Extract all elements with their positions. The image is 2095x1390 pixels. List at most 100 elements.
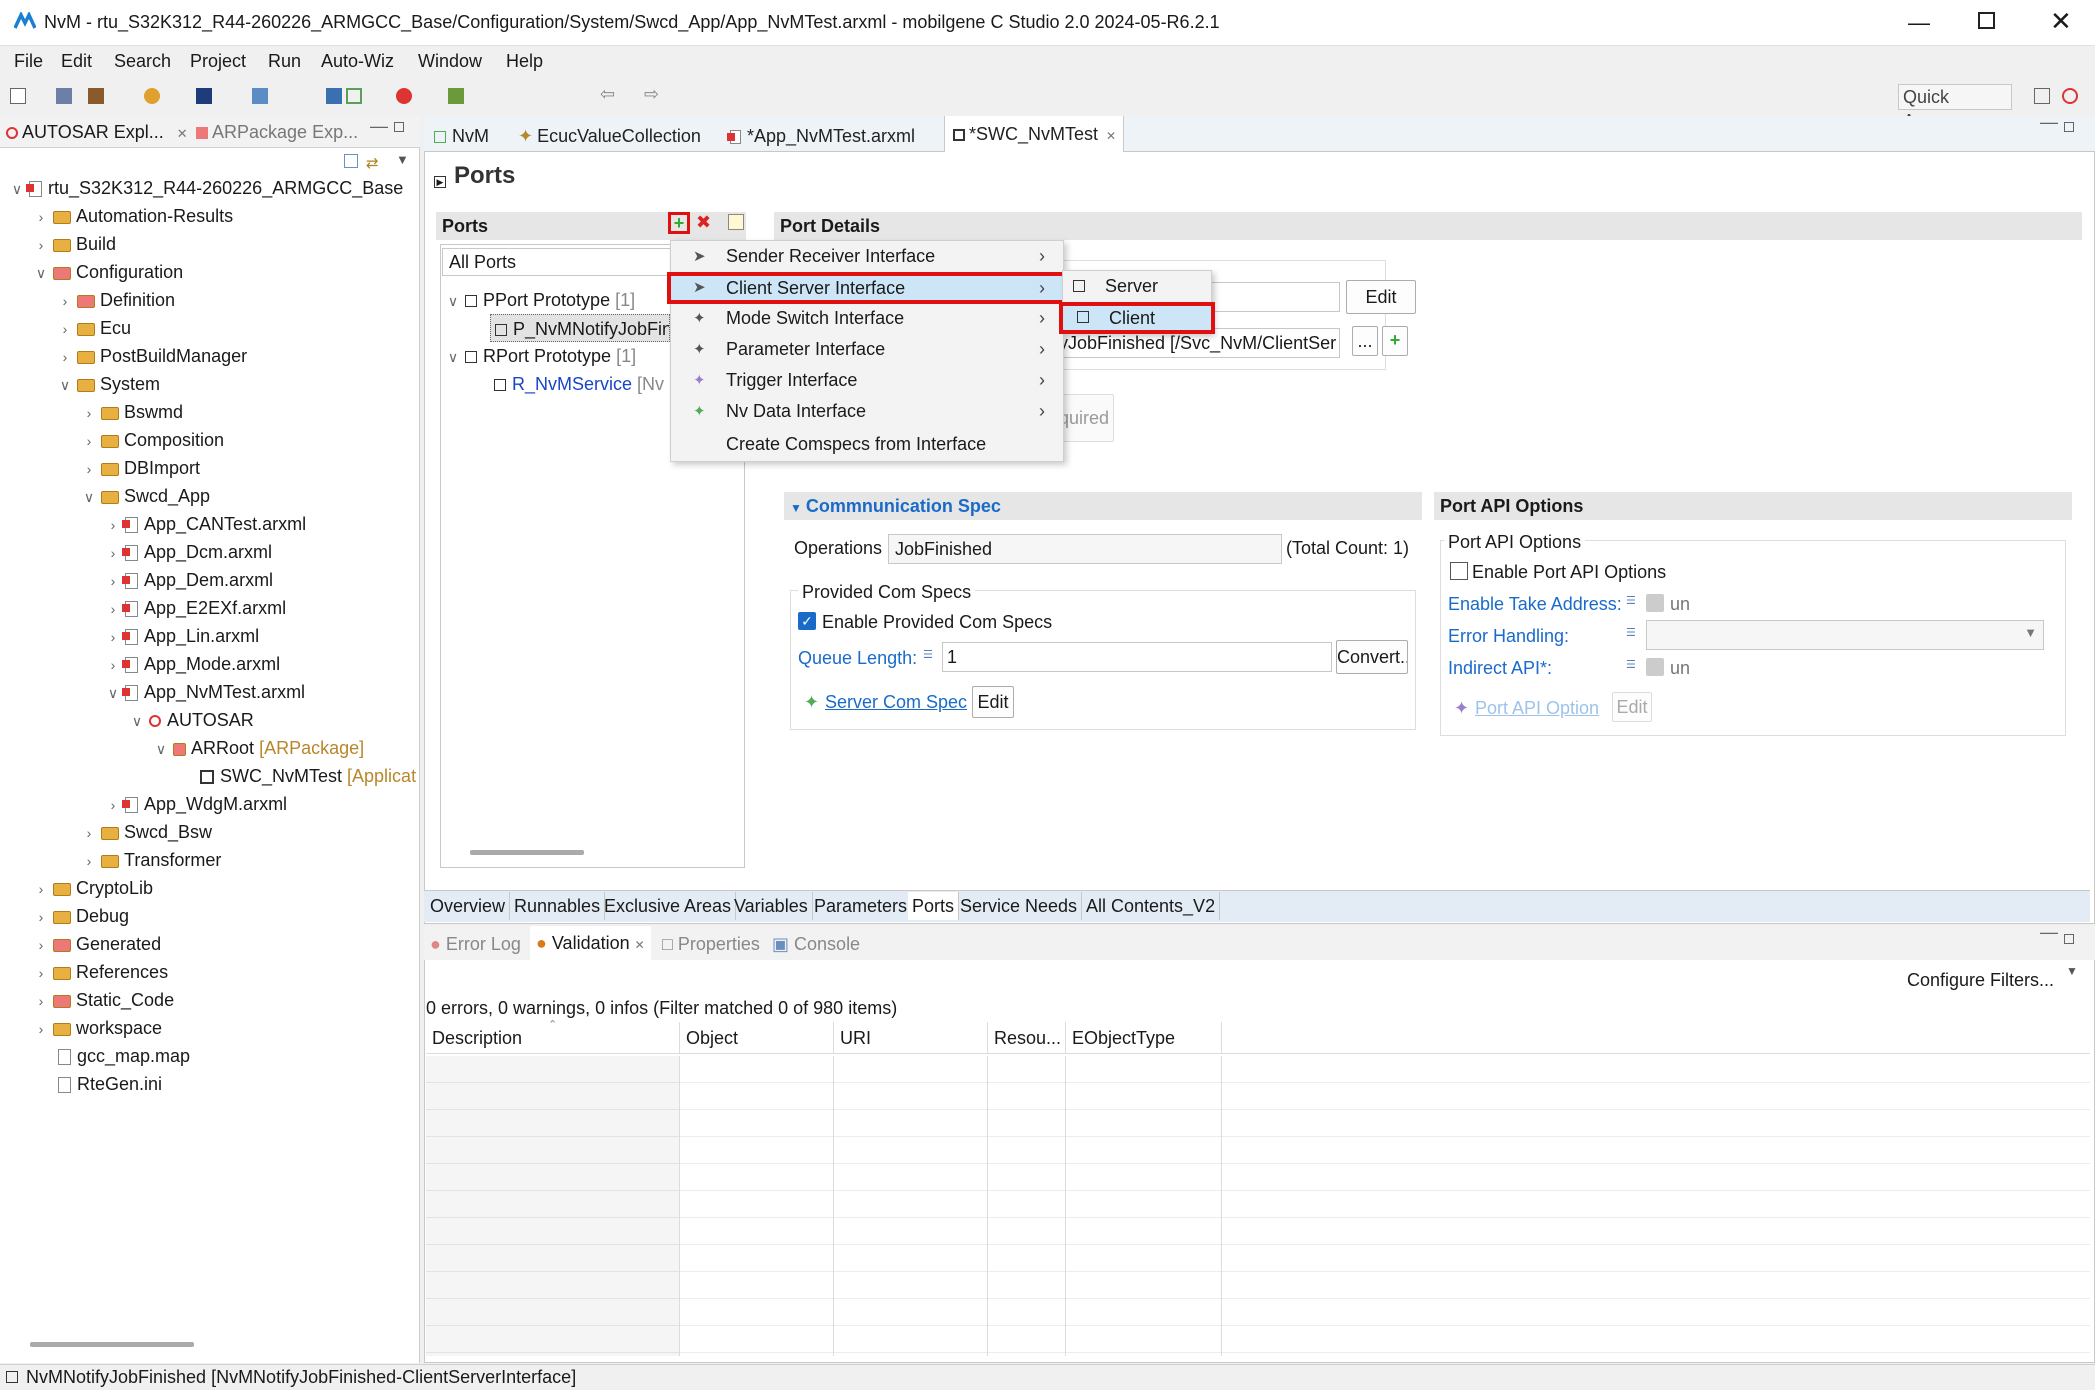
chevron-right-icon[interactable]: ›: [82, 427, 96, 455]
tab-validation[interactable]: ● Validation ✕: [530, 926, 651, 960]
chevron-right-icon[interactable]: ›: [82, 399, 96, 427]
tab-app-nvmtest[interactable]: *App_NvMTest.arxml: [722, 120, 915, 152]
tab-service-needs[interactable]: Service Needs: [956, 892, 1083, 920]
chevron-right-icon[interactable]: ›: [106, 623, 120, 651]
tree-item-definition[interactable]: › Definition: [58, 286, 175, 314]
menu-edit[interactable]: Edit: [61, 51, 92, 72]
tab-ecucvaluecollection[interactable]: ✦ EcucValueCollection: [510, 120, 701, 152]
menu-help[interactable]: Help: [506, 51, 543, 72]
chevron-down-icon[interactable]: ∨: [34, 259, 48, 287]
tree-item-app-nvmtest[interactable]: ∨ App_NvMTest.arxml: [106, 678, 305, 706]
tree-item-configuration[interactable]: ∨ Configuration: [34, 258, 183, 286]
menu-run[interactable]: Run: [268, 51, 301, 72]
tree-item-bswmd[interactable]: › Bswmd: [82, 398, 183, 426]
chevron-right-icon[interactable]: ›: [106, 595, 120, 623]
chevron-right-icon[interactable]: ›: [34, 231, 48, 259]
chevron-down-icon[interactable]: ∨: [446, 343, 460, 371]
tree-item-arroot[interactable]: ∨ ARRoot [ARPackage]: [154, 734, 364, 762]
menu-item-mode-switch[interactable]: ✦ Mode Switch Interface ›: [671, 303, 1063, 334]
required-button[interactable]: quired: [1056, 394, 1114, 442]
rport-item[interactable]: R_NvMService [Nv: [494, 370, 664, 398]
tree-item-autosar[interactable]: ∨ AUTOSAR: [130, 706, 254, 734]
maximize-editor-icon[interactable]: [2064, 122, 2074, 132]
tree-item-app-wdgm[interactable]: › App_WdgM.arxml: [106, 790, 287, 818]
forward-icon[interactable]: ⇨: [644, 84, 659, 105]
chevron-right-icon[interactable]: ›: [106, 791, 120, 819]
quick-access-field[interactable]: Quick Access: [1898, 84, 2012, 131]
chevron-down-icon[interactable]: ∨: [82, 483, 96, 511]
menu-window[interactable]: Window: [418, 51, 482, 72]
chevron-down-icon[interactable]: ∨: [130, 707, 144, 735]
tree-item-composition[interactable]: › Composition: [82, 426, 224, 454]
save-icon[interactable]: [56, 88, 72, 104]
terminal-icon[interactable]: [196, 88, 212, 104]
convert-button[interactable]: Convert..: [1336, 640, 1408, 674]
tree-item-swc-nvmtest[interactable]: SWC_NvMTest [Applicat: [200, 762, 416, 790]
tree-item-generated[interactable]: › Generated: [34, 930, 161, 958]
tree-item-build[interactable]: › Build: [34, 230, 116, 258]
tree-item-references[interactable]: › References: [34, 958, 168, 986]
chevron-right-icon[interactable]: ›: [34, 931, 48, 959]
column-uri[interactable]: URI: [834, 1022, 988, 1054]
tree-item-app-dem[interactable]: › App_Dem.arxml: [106, 566, 273, 594]
chevron-right-icon[interactable]: ›: [82, 455, 96, 483]
queue-length-field[interactable]: 1: [942, 642, 1332, 672]
chevron-down-icon[interactable]: ∨: [58, 371, 72, 399]
menu-auto-wiz[interactable]: Auto-Wiz: [321, 51, 394, 72]
menu-file[interactable]: File: [14, 51, 43, 72]
pport-item[interactable]: P_NvMNotifyJobFin: [490, 314, 670, 342]
tab-exclusive-areas[interactable]: Exclusive Areas: [600, 892, 737, 920]
tab-runnables[interactable]: Runnables: [510, 892, 606, 920]
add-interface-button[interactable]: +: [1382, 326, 1408, 356]
close-icon[interactable]: ✕: [2050, 6, 2072, 37]
indirect-api-checkbox[interactable]: [1646, 658, 1664, 676]
submenu-item-client[interactable]: Client: [1059, 302, 1215, 334]
pport-group[interactable]: ∨ PPort Prototype [1]: [446, 286, 635, 314]
tab-ports[interactable]: Ports: [908, 892, 960, 920]
close-tab-icon[interactable]: ✕: [635, 938, 645, 952]
menu-item-client-server[interactable]: ➤ Client Server Interface ›: [667, 272, 1067, 304]
ports-scrollbar[interactable]: [470, 850, 584, 855]
chevron-right-icon[interactable]: ›: [106, 567, 120, 595]
indirect-api-label[interactable]: Indirect API*:: [1448, 658, 1552, 679]
view-menu-icon[interactable]: ▼: [2066, 964, 2078, 978]
take-address-checkbox[interactable]: [1646, 594, 1664, 612]
tree-item-swcd-app[interactable]: ∨ Swcd_App: [82, 482, 210, 510]
tree-item-project[interactable]: ∨ rtu_S32K312_R44-260226_ARMGCC_Base: [10, 174, 403, 202]
tree-item-cryptolib[interactable]: › CryptoLib: [34, 874, 153, 902]
chevron-right-icon[interactable]: ›: [58, 287, 72, 315]
chevron-right-icon[interactable]: ›: [106, 511, 120, 539]
tab-swc-nvmtest[interactable]: *SWC_NvMTest ✕: [944, 116, 1124, 152]
maximize-view-icon[interactable]: [2064, 934, 2074, 944]
chevron-down-icon[interactable]: ∨: [446, 287, 460, 315]
new-icon[interactable]: [10, 88, 26, 104]
close-tab-icon[interactable]: ✕: [1106, 129, 1116, 143]
menu-item-nv-data[interactable]: ✦ Nv Data Interface ›: [671, 396, 1063, 427]
tree-item-postbuildmanager[interactable]: › PostBuildManager: [58, 342, 247, 370]
tab-parameters[interactable]: Parameters: [810, 892, 913, 920]
chevron-down-icon[interactable]: ∨: [106, 679, 120, 707]
chevron-down-icon[interactable]: ∨: [10, 175, 24, 203]
column-object[interactable]: Object: [680, 1022, 834, 1054]
port-filter-combo[interactable]: All Ports: [442, 248, 672, 276]
tree-item-app-cantest[interactable]: › App_CANTest.arxml: [106, 510, 306, 538]
tree-item-gcc-map[interactable]: gcc_map.map: [58, 1042, 190, 1070]
tree-item-rtegen-ini[interactable]: RteGen.ini: [58, 1070, 162, 1098]
tab-console[interactable]: ▣ Console: [772, 934, 860, 955]
chevron-down-icon[interactable]: ∨: [154, 735, 168, 763]
tree-item-system[interactable]: ∨ System: [58, 370, 160, 398]
chevron-right-icon[interactable]: ›: [106, 651, 120, 679]
wand-icon[interactable]: [144, 88, 160, 104]
chevron-right-icon[interactable]: ›: [58, 315, 72, 343]
perspective-icon[interactable]: [2034, 88, 2050, 104]
minimize-icon[interactable]: —: [1908, 10, 1930, 36]
chevron-right-icon[interactable]: ›: [34, 987, 48, 1015]
frame-icon[interactable]: [346, 88, 362, 104]
menu-project[interactable]: Project: [190, 51, 246, 72]
tree-item-debug[interactable]: › Debug: [34, 902, 129, 930]
tab-variables[interactable]: Variables: [730, 892, 813, 920]
tree-item-static-code[interactable]: › Static_Code: [34, 986, 174, 1014]
autosar-perspective-icon[interactable]: [2062, 88, 2078, 104]
chevron-right-icon[interactable]: ›: [34, 1015, 48, 1043]
chevron-right-icon[interactable]: ›: [58, 343, 72, 371]
